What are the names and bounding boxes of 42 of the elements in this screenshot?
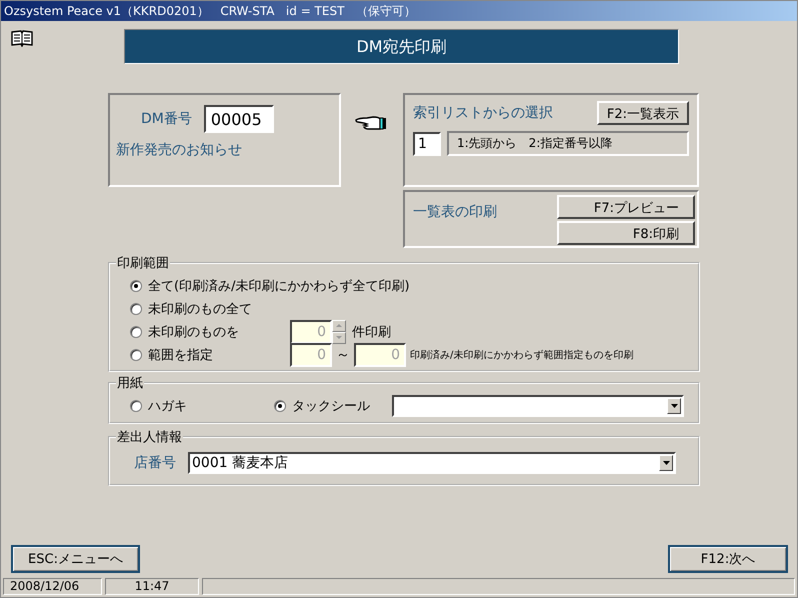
dm-description: 新作発売のお知らせ xyxy=(116,141,243,159)
option-label: 範囲を指定 xyxy=(148,346,214,364)
store-number-label: 店番号 xyxy=(134,454,176,472)
index-list-label: 索引リストからの選択 xyxy=(413,104,553,122)
preview-button[interactable]: F7:プレビュー xyxy=(557,195,695,219)
radio-button[interactable] xyxy=(130,400,142,412)
mode-field[interactable]: 1 xyxy=(413,132,441,156)
window-title: Ozsystem Peace v1（KKRD0201） CRW-STA id = TEST （保守可） xyxy=(1,1,797,21)
option-label: 全て(印刷済み/未印刷にかかわらず全て印刷) xyxy=(148,278,410,294)
group-legend: 差出人情報 xyxy=(116,428,183,446)
book-icon xyxy=(11,29,33,47)
print-button[interactable]: F8:印刷 xyxy=(557,221,695,245)
radio-button[interactable] xyxy=(130,280,142,292)
radio-button[interactable] xyxy=(130,326,142,338)
dm-number-label: DM番号 xyxy=(141,110,192,128)
store-dropdown[interactable]: 0001 蕎麦本店 xyxy=(188,452,676,474)
radio-button[interactable] xyxy=(274,400,286,412)
spinner-control[interactable] xyxy=(332,320,346,344)
option-label: 未印刷のものを xyxy=(148,324,240,340)
spin-down-icon[interactable] xyxy=(332,332,346,344)
dm-number-field[interactable]: 00005 xyxy=(204,105,274,133)
option-label: 未印刷のもの全て xyxy=(148,300,252,318)
list-display-button[interactable]: F2:一覧表示 xyxy=(596,101,689,125)
count-suffix: 件印刷 xyxy=(352,324,391,340)
next-button[interactable]: F12:次へ xyxy=(668,545,788,573)
range-separator: ～ xyxy=(336,346,350,364)
group-legend: 用紙 xyxy=(116,374,144,392)
status-date: 2008/12/06 xyxy=(3,578,102,595)
group-legend: 印刷範囲 xyxy=(116,254,170,272)
radio-button[interactable] xyxy=(130,348,142,360)
radio-button[interactable] xyxy=(130,302,142,314)
mode-hint: 1:先頭から 2:指定番号以降 xyxy=(447,131,689,156)
screen-title: DM宛先印刷 xyxy=(124,29,679,64)
option-label: タックシール xyxy=(292,398,370,415)
menu-button[interactable]: ESC:メニューへ xyxy=(11,545,140,573)
option-label: ハガキ xyxy=(148,398,187,415)
range-note: 印刷済み/未印刷にかかわらず範囲指定ものを印刷 xyxy=(410,348,634,362)
list-print-label: 一覧表の印刷 xyxy=(413,203,497,222)
status-time: 11:47 xyxy=(105,578,199,595)
label-dropdown[interactable] xyxy=(392,395,684,417)
pointing-hand-icon xyxy=(355,115,387,131)
spin-up-icon[interactable] xyxy=(332,320,346,332)
